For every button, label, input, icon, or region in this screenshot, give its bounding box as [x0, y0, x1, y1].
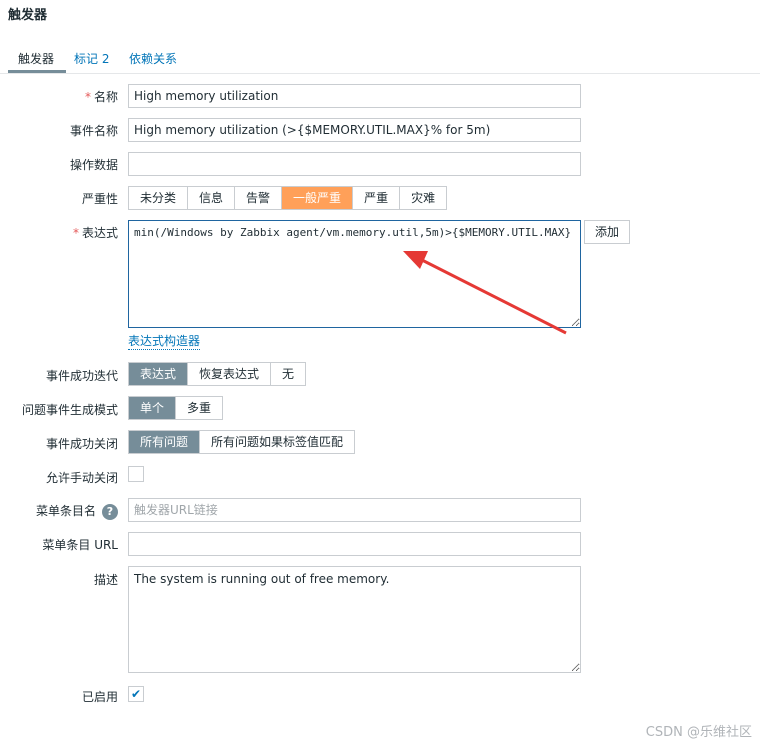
severity-information[interactable]: 信息	[188, 187, 236, 209]
tab-dependencies[interactable]: 依赖关系	[129, 50, 177, 67]
add-expression-button[interactable]: 添加	[584, 220, 631, 244]
tab-tags[interactable]: 标记 2	[74, 50, 109, 67]
ok-event-none[interactable]: 无	[271, 363, 305, 385]
ok-event-generation-selector: 表达式 恢复表达式 无	[128, 362, 307, 386]
url-name-input[interactable]	[128, 498, 581, 522]
severity-not-classified[interactable]: 未分类	[129, 187, 189, 209]
ok-event-closes-label: 事件成功关闭	[45, 437, 118, 451]
enabled-label: 已启用	[81, 690, 118, 704]
close-all-problems[interactable]: 所有问题	[129, 431, 201, 453]
severity-label: 严重性	[81, 192, 118, 206]
ok-event-generation-label: 事件成功迭代	[45, 369, 118, 383]
problem-event-mode-selector: 单个 多重	[128, 396, 224, 420]
url-name-label: 菜单条目名?	[36, 502, 118, 520]
event-name-input[interactable]	[128, 118, 581, 142]
checkmark-icon: ✔	[130, 687, 142, 701]
severity-high[interactable]: 严重	[353, 187, 401, 209]
opdata-input[interactable]	[128, 152, 581, 176]
severity-warning[interactable]: 告警	[235, 187, 283, 209]
expression-label: * 表达式	[72, 226, 118, 240]
description-label: 描述	[93, 573, 118, 587]
tab-trigger[interactable]: 触发器	[18, 50, 54, 67]
question-icon[interactable]: ?	[102, 503, 118, 520]
opdata-label: 操作数据	[69, 158, 118, 172]
name-input[interactable]	[128, 84, 581, 108]
severity-selector: 未分类 信息 告警 一般严重 严重 灾难	[128, 186, 448, 210]
enabled-checkbox[interactable]: ✔	[128, 686, 144, 702]
manual-close-checkbox[interactable]	[128, 466, 144, 482]
tab-bar: 触发器 标记 2 依赖关系	[0, 44, 760, 74]
event-name-label: 事件名称	[69, 124, 118, 138]
problem-mode-multiple[interactable]: 多重	[176, 397, 222, 419]
problem-mode-single[interactable]: 单个	[129, 397, 177, 419]
url-label: 菜单条目 URL	[42, 538, 118, 552]
required-mark: *	[84, 90, 91, 104]
watermark: CSDN @乐维社区	[645, 725, 752, 740]
manual-close-label: 允许手动关闭	[45, 471, 118, 485]
expression-textarea[interactable]: min(/Windows by Zabbix agent/vm.memory.u…	[128, 220, 581, 328]
ok-event-closes-selector: 所有问题 所有问题如果标签值匹配	[128, 430, 356, 454]
page-title: 触发器	[8, 8, 48, 23]
ok-event-recovery-expression[interactable]: 恢复表达式	[188, 363, 272, 385]
severity-average[interactable]: 一般严重	[282, 187, 354, 209]
active-tab-indicator	[8, 70, 66, 73]
expression-constructor-link[interactable]: 表达式构造器	[128, 332, 201, 350]
description-textarea[interactable]: The system is running out of free memory…	[128, 566, 581, 673]
required-mark: *	[72, 226, 79, 240]
name-label: * 名称	[84, 90, 118, 104]
url-input[interactable]	[128, 532, 581, 556]
problem-event-mode-label: 问题事件生成模式	[21, 403, 118, 417]
close-tag-match[interactable]: 所有问题如果标签值匹配	[200, 431, 354, 453]
ok-event-expression[interactable]: 表达式	[129, 363, 189, 385]
severity-disaster[interactable]: 灾难	[400, 187, 446, 209]
